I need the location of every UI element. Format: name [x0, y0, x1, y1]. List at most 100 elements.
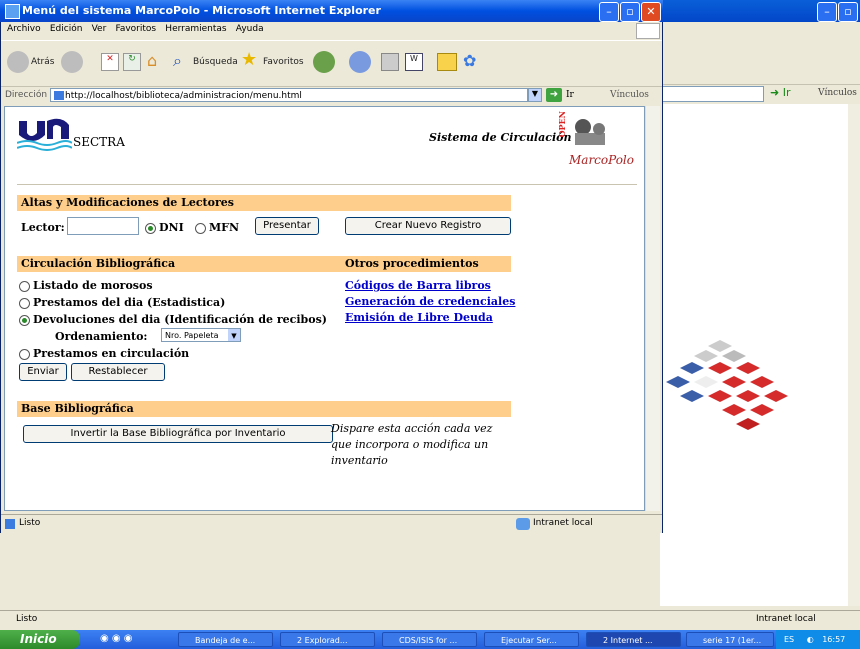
send-button[interactable]: Enviar [19, 363, 67, 381]
folder-icon[interactable] [437, 53, 457, 71]
menu-archivo[interactable]: Archivo [7, 24, 41, 34]
radio-devoluciones[interactable] [19, 314, 30, 326]
readers-header: Altas y Modificaciones de Lectores [17, 195, 511, 211]
mfn-radio[interactable] [195, 222, 206, 234]
go-label[interactable]: Ir [566, 90, 574, 100]
system-title: Sistema de Circulación [429, 131, 572, 144]
intranet-icon [516, 518, 530, 530]
background-status-text: Listo [16, 614, 38, 624]
mfn-option[interactable]: MFN [195, 221, 239, 234]
print-icon[interactable] [381, 53, 399, 71]
background-status-bar [0, 610, 860, 630]
word-icon[interactable]: W [405, 53, 423, 71]
new-record-button[interactable]: Crear Nuevo Registro [345, 217, 511, 235]
window-controls: – ▫ ✕ [598, 2, 661, 22]
sectra-logo [17, 118, 72, 151]
background-toolbar [660, 22, 860, 82]
radio-circulacion[interactable] [19, 348, 30, 360]
barcode-link[interactable]: Códigos de Barra libros [345, 279, 491, 292]
status-bar: Listo Intranet local [1, 514, 662, 533]
zone-text: Intranet local [533, 518, 593, 528]
mail-icon[interactable] [349, 51, 371, 73]
system-tray: ES ◐ 16:57 [776, 630, 860, 649]
label-prestamos-dia: Prestamos del dia (Estadistica) [33, 296, 226, 309]
invert-base-button[interactable]: Invertir la Base Bibliográfica por Inven… [23, 425, 333, 443]
links-label[interactable]: Vínculos [610, 90, 649, 100]
marcopolo-brand: MarcoPolo [569, 153, 634, 167]
menu-bar: Archivo Edición Ver Favoritos Herramient… [1, 22, 662, 38]
refresh-icon[interactable]: ↻ [123, 53, 141, 71]
maximize-icon[interactable]: ▫ [620, 2, 640, 22]
radio-morosos[interactable] [19, 280, 30, 292]
back-icon[interactable] [7, 51, 29, 73]
order-label: Ordenamiento: [55, 330, 148, 343]
favorites-icon[interactable]: ★ [241, 49, 257, 70]
menu-edicion[interactable]: Edición [50, 24, 83, 34]
page-icon [54, 91, 64, 100]
address-label: Dirección [5, 90, 48, 100]
credentials-link[interactable]: Generación de credenciales [345, 295, 515, 308]
option-prestamos-dia[interactable]: Prestamos del dia (Estadistica) [19, 296, 225, 309]
task-bandeja[interactable]: Bandeja de e... [178, 632, 273, 647]
search-icon[interactable]: ⌕ [173, 51, 182, 71]
debt-release-link[interactable]: Emisión de Libre Deuda [345, 311, 493, 324]
option-morosos[interactable]: Listado de morosos [19, 279, 153, 292]
menu-favoritos[interactable]: Favoritos [115, 24, 156, 34]
lector-label: Lector: [21, 221, 65, 234]
favorites-label[interactable]: Favoritos [263, 57, 304, 67]
go-label: Ir [782, 86, 791, 99]
option-devoluciones[interactable]: Devoluciones del dia (Identificación de … [19, 313, 327, 326]
lang-indicator[interactable]: ES [784, 635, 794, 644]
home-icon[interactable]: ⌂ [147, 51, 157, 70]
label-morosos: Listado de morosos [33, 279, 153, 292]
chevron-down-icon[interactable]: ▼ [228, 329, 240, 341]
page-scrollbar[interactable] [645, 106, 660, 511]
task-explorador[interactable]: 2 Explorad... [280, 632, 375, 647]
menu-herramientas[interactable]: Herramientas [165, 24, 226, 34]
search-label[interactable]: Búsqueda [193, 57, 238, 67]
close-icon[interactable]: ✕ [641, 2, 661, 22]
task-serie[interactable]: serie 17 (1er... [686, 632, 774, 647]
dni-radio[interactable] [145, 222, 156, 234]
quicklaunch-icons[interactable]: ◉ ◉ ◉ [100, 633, 133, 644]
maximize-icon[interactable]: ▫ [838, 2, 858, 22]
minimize-icon[interactable]: – [817, 2, 837, 22]
minimize-icon[interactable]: – [599, 2, 619, 22]
mfn-label: MFN [209, 221, 240, 234]
volume-icon[interactable]: ◐ [807, 635, 814, 644]
option-circulacion[interactable]: Prestamos en circulación [19, 347, 189, 360]
radio-prestamos-dia[interactable] [19, 297, 30, 309]
task-ejecutar[interactable]: Ejecutar Ser... [484, 632, 579, 647]
status-text: Listo [19, 518, 41, 528]
lector-input[interactable] [67, 217, 139, 235]
marcopolo-open: OPEN [557, 111, 567, 138]
menu-ayuda[interactable]: Ayuda [236, 24, 264, 34]
task-cdsisis[interactable]: CDS/ISIS for ... [382, 632, 477, 647]
order-select[interactable]: Nro. Papeleta ▼ [161, 328, 241, 342]
task-internet[interactable]: 2 Internet ... [586, 632, 681, 647]
windows-flag-icon [636, 23, 660, 39]
page-status-icon [5, 519, 15, 529]
order-value: Nro. Papeleta [165, 331, 219, 340]
window-title: Menú del sistema MarcoPolo - Microsoft I… [22, 4, 381, 17]
address-dropdown-icon[interactable]: ▼ [528, 88, 542, 102]
messenger-icon[interactable]: ✿ [463, 51, 476, 70]
background-go-button[interactable]: ➜ Ir [770, 86, 791, 99]
background-address-input[interactable] [662, 86, 764, 102]
start-button[interactable]: Inicio [0, 630, 80, 649]
menu-ver[interactable]: Ver [92, 24, 107, 34]
clock: 16:57 [822, 635, 846, 644]
base-note: Dispare esta acción cada vez que incorpo… [331, 422, 493, 467]
stop-icon[interactable]: ✕ [101, 53, 119, 71]
background-scrollbar[interactable] [848, 104, 860, 606]
ie-app-icon [5, 4, 20, 19]
go-icon[interactable]: ➜ [546, 88, 562, 102]
toolbar: Atrás ✕ ↻ ⌂ ⌕ Búsqueda ★ Favoritos W ✿ [1, 40, 662, 83]
forward-icon[interactable] [61, 51, 83, 73]
dni-option[interactable]: DNI [145, 221, 184, 234]
other-header: Otros procedimientos [341, 256, 511, 272]
reset-button[interactable]: Restablecer [71, 363, 165, 381]
address-input[interactable]: http://localhost/biblioteca/administraci… [50, 88, 528, 102]
history-icon[interactable] [313, 51, 335, 73]
present-button[interactable]: Presentar [255, 217, 319, 235]
